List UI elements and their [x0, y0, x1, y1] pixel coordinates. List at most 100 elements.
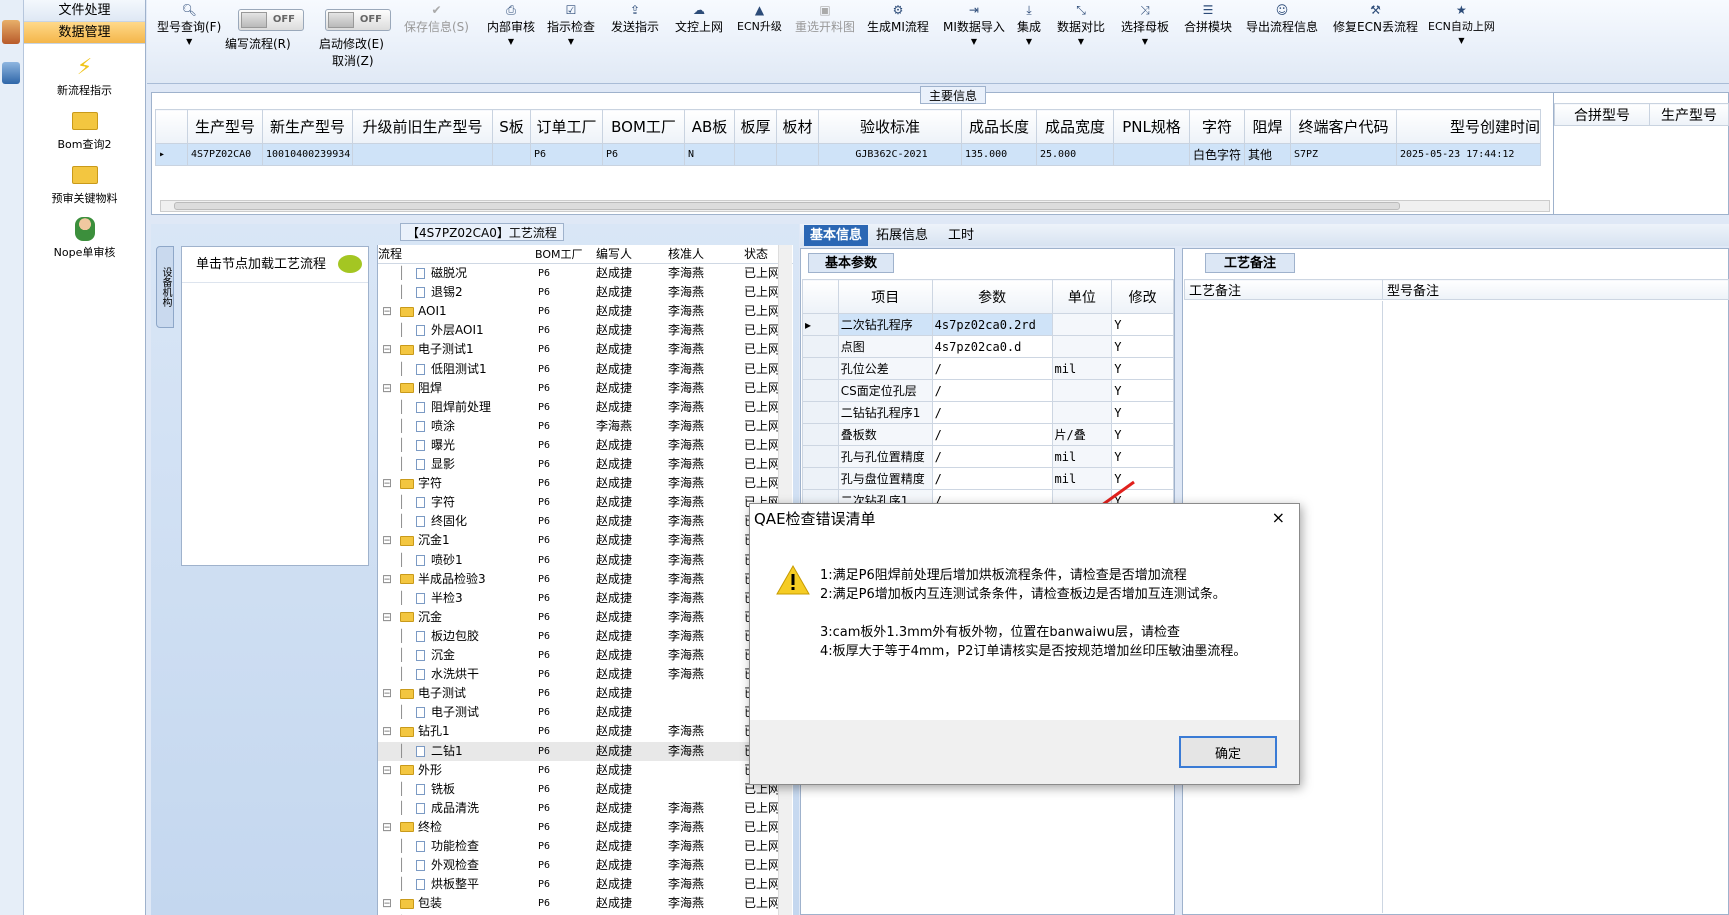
flow-row[interactable]: │板边包胶P6赵成捷李海燕已上网 — [378, 627, 793, 646]
ecn-auto-online-button[interactable]: ★ ECN自动上网 ▼ — [1428, 2, 1495, 48]
flow-node[interactable]: 外层AOI1 — [416, 321, 484, 340]
flow-row[interactable]: │ 外观检查 P6 赵成捷 李海燕 已上网 — [378, 856, 793, 875]
column-header[interactable]: 核准人 — [668, 245, 704, 264]
table-cell[interactable]: 白色字符 — [1189, 143, 1245, 166]
flow-row[interactable]: │二钻1P6赵成捷李海燕已上网 — [378, 741, 793, 761]
data-compare-button[interactable]: ⤡ 数据对比 ▼ — [1057, 2, 1105, 49]
column-header[interactable]: 单位 — [1051, 279, 1113, 314]
flow-row[interactable]: │水洗烘干P6赵成捷李海燕已上网 — [378, 665, 793, 684]
column-header[interactable]: 生产型号 — [1649, 103, 1729, 126]
table-row[interactable]: ▸ 二次钻孔程序 4s7pz02ca0.2rd Y — [802, 313, 1174, 336]
flow-row[interactable]: │字符P6赵成捷李海燕已上网 — [378, 493, 793, 512]
start-modify-toggle[interactable]: OFF — [325, 9, 391, 31]
param-value[interactable]: / — [931, 423, 1053, 446]
flow-row[interactable]: │ 外层AOI1 P6 赵成捷 李海燕 已上网 — [378, 321, 793, 340]
ecn-upgrade-button[interactable]: ▲ ECN升级 — [737, 2, 782, 34]
column-header[interactable]: 新生产型号 — [262, 109, 353, 144]
scrollbar-thumb[interactable] — [174, 202, 1400, 210]
flow-row[interactable]: ⊟沉金1P6赵成捷李海燕已上网 — [378, 531, 793, 550]
flow-node[interactable]: 钻孔1 — [400, 722, 450, 741]
column-header[interactable]: 工艺备注 — [1184, 279, 1383, 300]
param-value[interactable]: 4s7pz02ca0.d — [931, 335, 1053, 358]
param-unit[interactable] — [1051, 401, 1113, 424]
column-header[interactable]: 阻焊 — [1244, 109, 1291, 144]
param-modify[interactable]: Y — [1111, 379, 1174, 402]
param-item[interactable]: 叠板数 — [837, 423, 933, 446]
flow-node[interactable]: 电子测试1 — [400, 340, 474, 359]
flow-row[interactable]: ⊟沉金P6赵成捷李海燕已上网 — [378, 608, 793, 627]
column-header[interactable]: 生产型号 — [187, 109, 263, 144]
param-item[interactable]: 点图 — [837, 335, 933, 358]
flow-node[interactable]: AOI1 — [400, 302, 447, 321]
flow-row[interactable]: │ 磁脱况 P6 赵成捷 李海燕 已上网 — [378, 264, 793, 283]
nav-item-key-material[interactable]: 预审关键物料 — [24, 160, 145, 206]
param-item[interactable]: 孔与盘位置精度 — [837, 467, 933, 490]
param-unit[interactable] — [1051, 335, 1113, 358]
flow-row[interactable]: │ 功能检查 P6 赵成捷 李海燕 已上网 — [378, 837, 793, 856]
flow-node[interactable]: 电子测试 — [400, 684, 466, 703]
flow-row[interactable]: │ 喷涂 P6 李海燕 李海燕 已上网 — [378, 417, 793, 436]
menu-data-management[interactable]: 数据管理 — [24, 22, 145, 44]
param-value[interactable]: / — [931, 379, 1053, 402]
column-header[interactable]: 板厚 — [734, 109, 777, 144]
flow-row[interactable]: │ 曝光 P6 赵成捷 李海燕 已上网 — [378, 436, 793, 455]
internal-review-button[interactable]: ⎙ 内部审核 ▼ — [487, 2, 535, 49]
reselect-cut-chart-button[interactable]: ▣ 重选开料图 — [795, 2, 855, 35]
column-header[interactable]: 板材 — [776, 109, 819, 144]
flow-row[interactable]: │喷砂1P6赵成捷李海燕已上网 — [378, 551, 793, 570]
tab-work-hours[interactable]: 工时 — [942, 225, 980, 246]
param-item[interactable]: 孔与孔位置精度 — [837, 445, 933, 468]
column-header[interactable]: 订单工厂 — [530, 109, 603, 144]
column-header[interactable]: 型号备注 — [1382, 279, 1729, 300]
flow-node[interactable]: 水洗烘干 — [416, 665, 479, 684]
flow-node[interactable]: 成品清洗 — [416, 799, 479, 818]
flow-node[interactable]: 二钻1 — [416, 742, 463, 761]
flow-node[interactable]: 外形 — [400, 761, 442, 780]
param-item[interactable]: 孔位公差 — [837, 357, 933, 380]
table-row[interactable]: ▸ 4S7PZ02CA0 10010400239934 P6 P6 N GJB3… — [155, 143, 1541, 166]
flow-row[interactable]: │ 阻焊前处理 P6 赵成捷 李海燕 已上网 — [378, 398, 793, 417]
flow-node[interactable]: 低阻测试1 — [416, 360, 487, 379]
column-header[interactable]: 成品宽度 — [1036, 109, 1114, 144]
flow-node[interactable]: 喷涂 — [416, 417, 455, 436]
param-modify[interactable]: Y — [1111, 467, 1174, 490]
flow-node[interactable]: 阻焊 — [400, 379, 442, 398]
generate-mi-flow-button[interactable]: ⚙ 生成MI流程 — [867, 2, 929, 35]
nav-item-new-flow[interactable]: ⚡ 新流程指示 — [24, 52, 145, 98]
nav-item-nope-review[interactable]: Nope单审核 — [24, 214, 145, 260]
flow-node[interactable]: 烘板整平 — [416, 875, 479, 894]
flow-node[interactable]: 沉金 — [400, 608, 442, 627]
column-header[interactable]: 合拼型号 — [1554, 103, 1650, 126]
param-unit[interactable]: mil — [1051, 445, 1113, 468]
table-cell[interactable] — [1113, 143, 1190, 166]
flow-node[interactable]: 终固化 — [416, 512, 467, 531]
table-cell[interactable]: 2025-05-23 17:44:12 — [1396, 143, 1541, 166]
column-header[interactable]: 状态 — [744, 245, 768, 264]
param-unit[interactable] — [1051, 313, 1113, 336]
cancel-label[interactable]: 取消(Z) — [332, 52, 374, 69]
flow-node[interactable]: 功能检查 — [416, 837, 479, 856]
table-row[interactable]: 孔位公差 / mil Y — [802, 357, 1174, 380]
table-cell[interactable] — [734, 143, 777, 166]
flow-row[interactable]: ⊟ 字符 P6 赵成捷 李海燕 已上网 — [378, 474, 793, 493]
nav-item-bom-query[interactable]: Bom查询2 — [24, 106, 145, 152]
column-header[interactable]: 修改 — [1111, 279, 1174, 314]
flow-row[interactable]: │终固化P6赵成捷李海燕已上网 — [378, 512, 793, 531]
table-row[interactable]: 孔与盘位置精度 / mil Y — [802, 467, 1174, 490]
column-header[interactable]: BOM工厂 — [602, 109, 685, 144]
close-icon[interactable]: × — [1272, 508, 1285, 527]
flow-row[interactable]: │半检3P6赵成捷李海燕已上网 — [378, 589, 793, 608]
table-cell[interactable]: GJB362C-2021 — [818, 143, 962, 166]
param-item[interactable]: 二次钻孔程序 — [837, 313, 933, 336]
param-unit[interactable] — [1051, 379, 1113, 402]
flow-node[interactable]: 显影 — [416, 455, 455, 474]
flow-row[interactable]: │ 退锡2 P6 赵成捷 李海燕 已上网 — [378, 283, 793, 302]
table-cell[interactable]: P6 — [530, 143, 603, 166]
flow-row[interactable]: ⊟外形P6赵成捷已上网 — [378, 761, 793, 780]
flow-node[interactable]: 磁脱况 — [416, 264, 467, 283]
instruction-check-button[interactable]: ☑ 指示检查 ▼ — [547, 2, 595, 49]
column-header[interactable]: 项目 — [837, 279, 933, 314]
column-header[interactable]: 编写人 — [596, 245, 632, 264]
flow-node[interactable]: 字符 — [400, 474, 442, 493]
table-cell[interactable]: 25.000 — [1036, 143, 1114, 166]
